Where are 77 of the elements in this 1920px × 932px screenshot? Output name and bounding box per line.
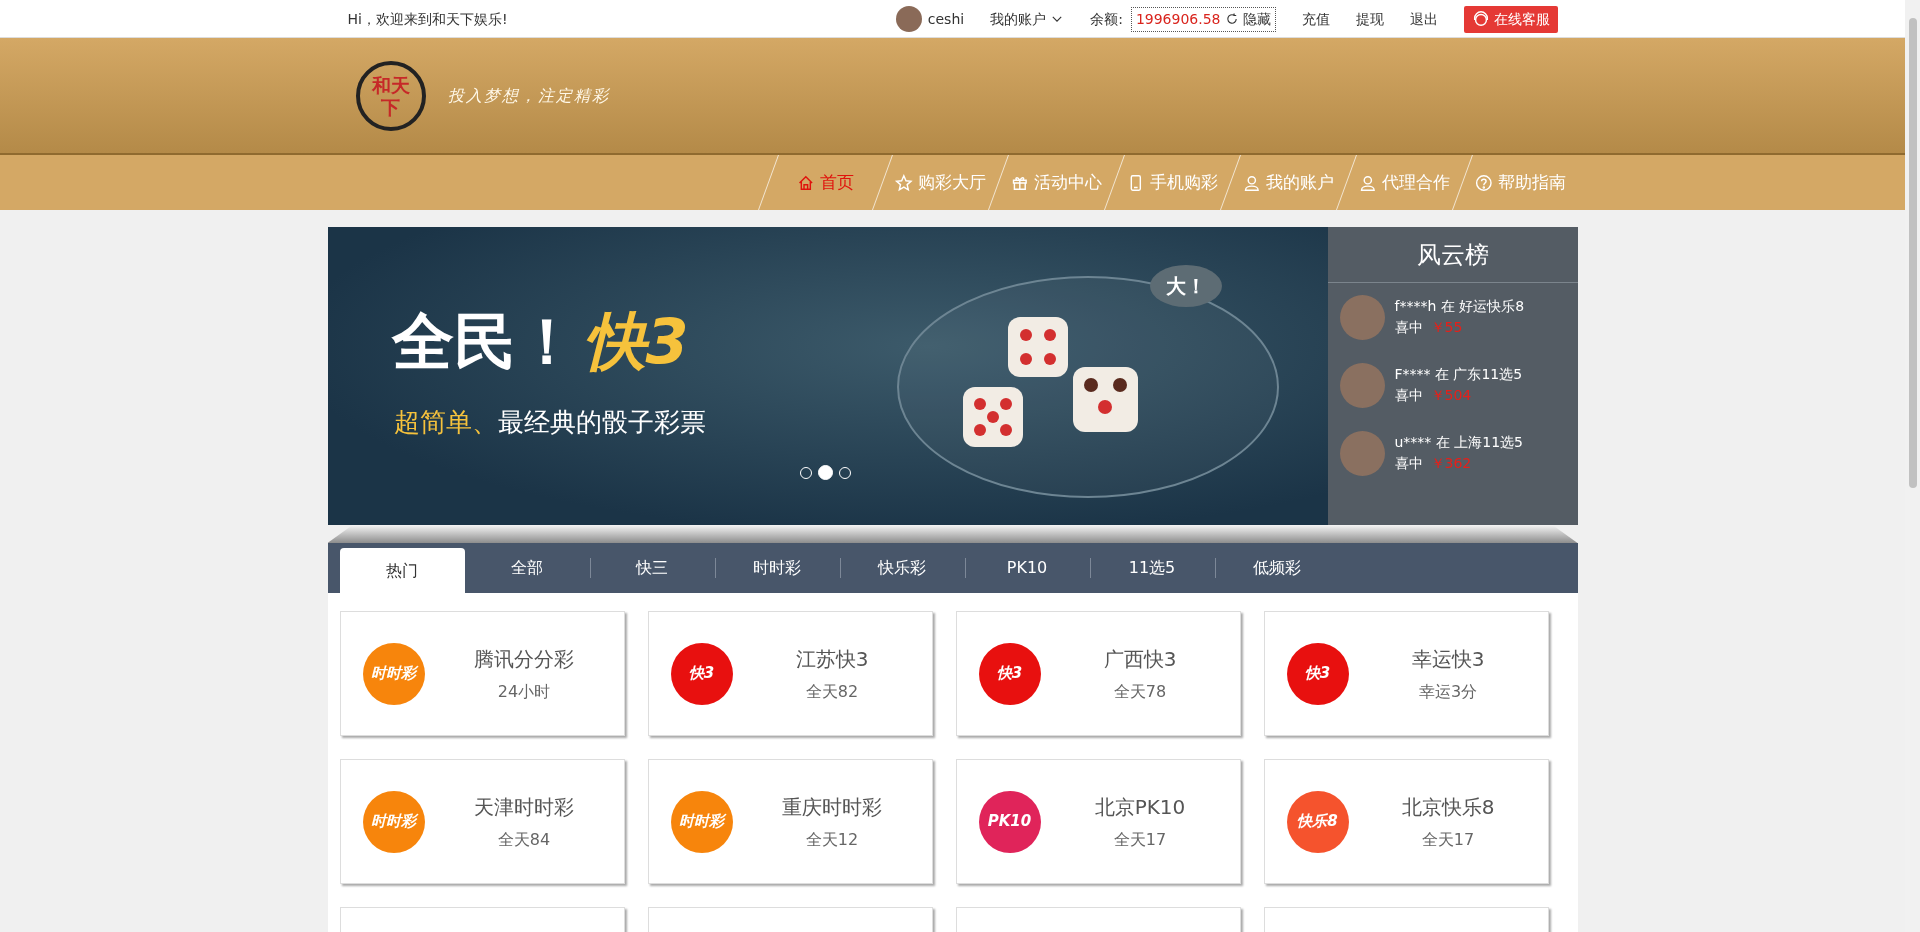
lottery-card[interactable]: 时时彩 天津时时彩 全天84	[339, 759, 625, 884]
lottery-logo: 快3	[978, 642, 1041, 705]
top-link[interactable]: 退出	[1409, 8, 1438, 30]
category-tab[interactable]: 热门	[339, 548, 465, 593]
lottery-schedule: 全天12	[804, 828, 860, 851]
speech-bubble: 大！	[1149, 265, 1222, 307]
lottery-schedule: 幸运3分	[1417, 680, 1479, 703]
banner-subtitle-accent: 超简单、	[393, 407, 498, 437]
won-label: 喜中	[1394, 455, 1423, 471]
category-tab[interactable]: 全部	[464, 548, 590, 588]
lottery-logo: 时时彩	[362, 790, 425, 853]
banner-subtitle: 最经典的骰子彩票	[497, 407, 706, 437]
win-amount: ￥504	[1430, 387, 1472, 403]
lottery-name: 重庆时时彩	[781, 793, 883, 821]
slogan-text: 投入梦想，注定精彩	[447, 84, 610, 107]
hide-balance-link[interactable]: 隐藏	[1224, 8, 1271, 30]
account-menu[interactable]: 我的账户	[990, 8, 1065, 30]
username-text: ceshi	[927, 9, 965, 29]
star-icon	[894, 173, 913, 192]
banner-title-accent: 快3	[583, 305, 689, 378]
scrollbar-thumb[interactable]	[1909, 18, 1917, 488]
user-icon	[1242, 173, 1261, 192]
category-tab[interactable]: 快三	[589, 548, 715, 588]
lottery-schedule: 全天78	[1112, 680, 1168, 703]
refresh-icon	[1224, 12, 1239, 26]
banner-title: 全民！	[391, 305, 578, 378]
help-icon	[1474, 173, 1493, 192]
balance-box: 1996906.58 隐藏	[1130, 6, 1276, 32]
lottery-logo: 时时彩	[670, 790, 733, 853]
lottery-name: 幸运快3	[1410, 645, 1486, 673]
lottery-name: 腾讯分分彩	[473, 645, 575, 673]
headset-icon	[1471, 10, 1490, 28]
category-tab[interactable]: PK10	[964, 548, 1090, 588]
lottery-logo: 快3	[670, 642, 733, 705]
lottery-schedule: 全天84	[496, 828, 552, 851]
category-tab[interactable]: 快乐彩	[839, 548, 965, 588]
lottery-name: 江苏快3	[794, 645, 870, 673]
lottery-logo: PK10	[978, 790, 1041, 853]
lottery-schedule: 全天17	[1420, 828, 1476, 851]
leaderboard-title: 风云榜	[1327, 227, 1578, 283]
win-amount: ￥55	[1430, 319, 1463, 335]
user-icon	[1358, 173, 1377, 192]
carousel-dot[interactable]	[817, 465, 833, 480]
lottery-name: 北京快乐8	[1400, 793, 1496, 821]
lottery-schedule: 24小时	[496, 680, 552, 703]
lottery-card[interactable]: 时时彩 重庆时时彩 全天12	[647, 759, 933, 884]
winner-text: F**** 在 广东11选5	[1394, 365, 1523, 384]
won-label: 喜中	[1394, 387, 1423, 403]
lottery-card[interactable]: 时时彩 腾讯分分彩 24小时	[339, 611, 625, 736]
logo: 和天下	[355, 60, 426, 131]
category-tab[interactable]: 低频彩	[1214, 548, 1340, 588]
winner-text: u**** 在 上海11选5	[1394, 433, 1523, 452]
home-icon	[796, 173, 815, 192]
avatar	[895, 6, 922, 32]
category-tab[interactable]: 11选5	[1089, 548, 1215, 588]
top-link[interactable]: 提现	[1355, 8, 1384, 30]
lottery-schedule: 全天17	[1112, 828, 1168, 851]
balance-label: 余额:	[1090, 9, 1123, 29]
greeting-text: Hi，欢迎来到和天下娱乐!	[347, 9, 508, 29]
lottery-card[interactable]: 快3 幸运快3 幸运3分	[1263, 611, 1549, 736]
lottery-schedule: 全天82	[804, 680, 860, 703]
online-service-button[interactable]: 在线客服	[1463, 5, 1558, 33]
win-amount: ￥362	[1430, 455, 1472, 471]
lottery-name: 广西快3	[1102, 645, 1178, 673]
lottery-name: 北京PK10	[1093, 793, 1187, 821]
lottery-logo: 快乐8	[1286, 790, 1349, 853]
top-link[interactable]: 充值	[1301, 8, 1330, 30]
lottery-card[interactable]: 快3 江苏快3 全天82	[647, 611, 933, 736]
winner-text: f****h 在 好运快乐8	[1394, 297, 1525, 316]
lottery-name: 天津时时彩	[473, 793, 575, 821]
lottery-card[interactable]: 快乐8 北京快乐8 全天17	[1263, 759, 1549, 884]
lottery-card[interactable]: 快3 广西快3 全天78	[955, 611, 1241, 736]
lottery-card[interactable]: PK10 北京PK10 全天17	[955, 759, 1241, 884]
won-label: 喜中	[1394, 319, 1423, 335]
category-tab[interactable]: 时时彩	[714, 548, 840, 588]
lottery-logo: 时时彩	[362, 642, 425, 705]
lottery-logo: 快3	[1286, 642, 1349, 705]
